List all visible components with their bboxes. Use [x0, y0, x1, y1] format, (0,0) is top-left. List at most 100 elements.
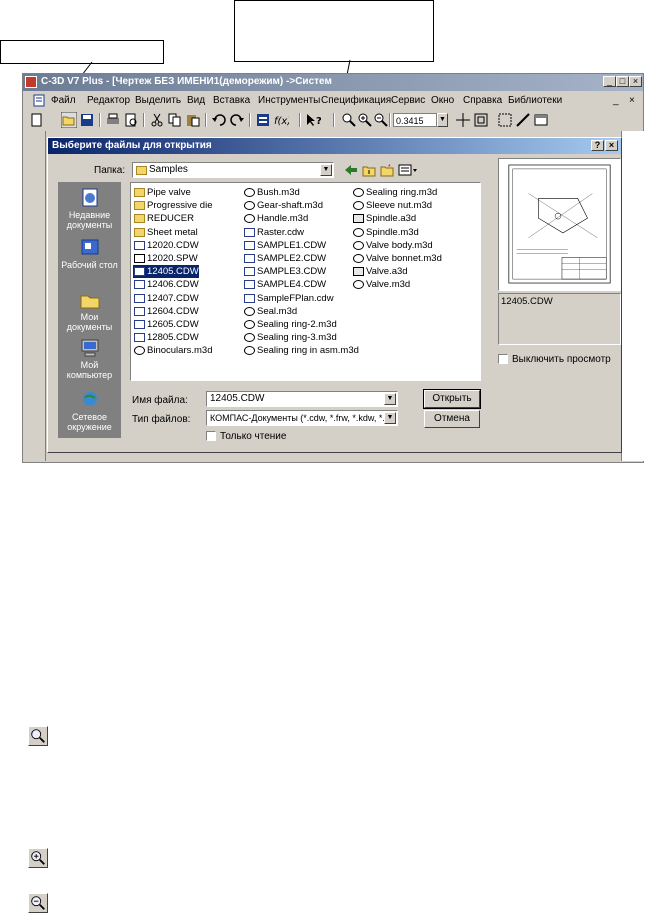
file-list-item[interactable]: 12020.SPW	[133, 252, 198, 265]
place-network[interactable]: Сетевое окружение	[58, 390, 121, 432]
zoom-in-icon[interactable]	[357, 112, 373, 128]
dialog-help-button[interactable]: ?	[591, 140, 604, 151]
file-list-item[interactable]: 12407.CDW	[133, 292, 199, 305]
file-list-item[interactable]: Sealing ring.m3d	[352, 186, 437, 199]
folder-combo[interactable]: Samples ▼	[132, 162, 334, 178]
function-icon[interactable]: f(x)	[273, 112, 289, 128]
menu-service[interactable]: Сервис	[391, 95, 425, 106]
m3d-file-icon	[353, 254, 364, 263]
file-list[interactable]: Pipe valve Progressive die REDUCER Sheet me…	[130, 182, 481, 381]
folder-dropdown-arrow-icon[interactable]: ▼	[320, 164, 332, 176]
file-list-item[interactable]: SAMPLE4.CDW	[243, 278, 326, 291]
zoom-dropdown-arrow-icon[interactable]: ▼	[437, 113, 448, 127]
file-list-item[interactable]: SampleFPlan.cdw	[243, 292, 334, 305]
close-button[interactable]: ×	[629, 76, 642, 87]
menu-view[interactable]: Вид	[187, 95, 205, 106]
minimize-button[interactable]: _	[603, 76, 616, 87]
manager-icon[interactable]	[255, 112, 271, 128]
file-list-item[interactable]: Progressive die	[133, 199, 212, 212]
refresh-icon[interactable]	[497, 112, 513, 128]
dialog-close-button[interactable]: ×	[605, 140, 618, 151]
file-list-item[interactable]: Valve.a3d	[352, 265, 408, 278]
file-list-item[interactable]: Binoculars.m3d	[133, 344, 212, 357]
file-list-item[interactable]: Sheet metal	[133, 226, 198, 239]
file-list-item[interactable]: 12020.CDW	[133, 239, 199, 252]
file-name: SAMPLE4.CDW	[257, 279, 327, 291]
file-list-item[interactable]: SAMPLE2.CDW	[243, 252, 326, 265]
menu-window[interactable]: Окно	[431, 95, 454, 106]
place-my-documents[interactable]: Мои документы	[58, 290, 121, 332]
copy-icon[interactable]	[167, 112, 183, 128]
file-list-item[interactable]: Spindle.a3d	[352, 212, 416, 225]
new-folder-icon[interactable]: *	[380, 163, 394, 177]
filename-field[interactable]: 12405.CDW ▼	[206, 391, 398, 407]
help-pointer-icon[interactable]: ?	[305, 112, 321, 128]
file-list-item[interactable]: SAMPLE3.CDW	[243, 265, 326, 278]
show-all-icon[interactable]	[473, 112, 489, 128]
view-menu-icon[interactable]	[398, 163, 420, 177]
place-recent-documents[interactable]: Недавние документы	[58, 188, 121, 230]
back-icon[interactable]	[344, 163, 358, 177]
paste-icon[interactable]	[185, 112, 201, 128]
file-list-item[interactable]: Sleeve nut.m3d	[352, 199, 432, 212]
file-list-item[interactable]: Raster.cdw	[243, 226, 304, 239]
file-list-item[interactable]: Valve bonnet.m3d	[352, 252, 442, 265]
file-list-item[interactable]: Gear-shaft.m3d	[243, 199, 323, 212]
file-list-item[interactable]: Handle.m3d	[243, 212, 308, 225]
dialog-title: Выберите файлы для открытия	[52, 140, 212, 151]
mdi-minimize-button[interactable]: _	[613, 95, 619, 106]
print-preview-icon[interactable]	[123, 112, 139, 128]
file-list-item[interactable]: Spindle.m3d	[352, 226, 419, 239]
file-list-item[interactable]: Pipe valve	[133, 186, 191, 199]
menu-editor[interactable]: Редактор	[87, 95, 130, 106]
zoom-in-window-icon[interactable]	[341, 112, 357, 128]
zoom-out-icon[interactable]	[373, 112, 389, 128]
file-list-item[interactable]: REDUCER	[133, 212, 194, 225]
file-list-item[interactable]: Valve.m3d	[352, 278, 410, 291]
file-list-item[interactable]: Bush.m3d	[243, 186, 300, 199]
filetype-dropdown-arrow-icon[interactable]: ▼	[384, 412, 396, 424]
restore-button[interactable]: □	[616, 76, 629, 87]
menu-help[interactable]: Справка	[463, 95, 502, 106]
mdi-close-button[interactable]: ×	[629, 95, 635, 106]
zoom-scale-field[interactable]: 0.3415	[393, 113, 437, 127]
save-icon[interactable]	[79, 112, 95, 128]
filename-dropdown-arrow-icon[interactable]: ▼	[384, 393, 396, 405]
file-list-item[interactable]: SAMPLE1.CDW	[243, 239, 326, 252]
redo-icon[interactable]	[229, 112, 245, 128]
filetype-select[interactable]: КОМПАС-Документы (*.cdw, *.frw, *.kdw, *…	[206, 410, 398, 426]
place-my-computer[interactable]: Мой компьютер	[58, 338, 121, 380]
file-list-item[interactable]: Sealing ring-2.m3d	[243, 318, 337, 331]
menu-file[interactable]: Файл	[51, 95, 76, 106]
file-list-item[interactable]: 12405.CDW	[133, 265, 199, 279]
file-list-item[interactable]: 12406.CDW	[133, 278, 199, 291]
file-list-item[interactable]: 12604.CDW	[133, 305, 199, 318]
layers-icon[interactable]	[533, 112, 549, 128]
menu-specification[interactable]: Спецификация	[321, 95, 391, 106]
readonly-checkbox[interactable]	[206, 431, 216, 441]
undo-icon[interactable]	[211, 112, 227, 128]
properties-icon[interactable]	[515, 112, 531, 128]
menu-insert[interactable]: Вставка	[213, 95, 250, 106]
place-desktop[interactable]: Рабочий стол	[58, 238, 121, 270]
toolbar-separator	[143, 113, 145, 127]
open-file-icon[interactable]	[61, 112, 77, 128]
disable-preview-checkbox[interactable]	[498, 354, 508, 364]
cut-icon[interactable]	[149, 112, 165, 128]
file-list-item[interactable]: 12605.CDW	[133, 318, 199, 331]
file-list-item[interactable]: Seal.m3d	[243, 305, 297, 318]
print-icon[interactable]	[105, 112, 121, 128]
pan-icon[interactable]	[455, 112, 471, 128]
open-button[interactable]: Открыть	[423, 389, 481, 409]
file-list-item[interactable]: 12805.CDW	[133, 331, 199, 344]
menu-select[interactable]: Выделить	[135, 95, 181, 106]
m3d-file-icon	[353, 280, 364, 290]
menu-libraries[interactable]: Библиотеки	[508, 95, 562, 106]
up-folder-icon[interactable]	[362, 163, 376, 177]
new-file-icon[interactable]	[29, 112, 45, 128]
file-list-item[interactable]: Sealing ring-3.m3d	[243, 331, 337, 344]
cancel-button[interactable]: Отмена	[424, 410, 480, 428]
file-list-item[interactable]: Sealing ring in asm.m3d	[243, 344, 359, 357]
menu-tools[interactable]: Инструменты	[258, 95, 320, 106]
file-list-item[interactable]: Valve body.m3d	[352, 239, 433, 252]
